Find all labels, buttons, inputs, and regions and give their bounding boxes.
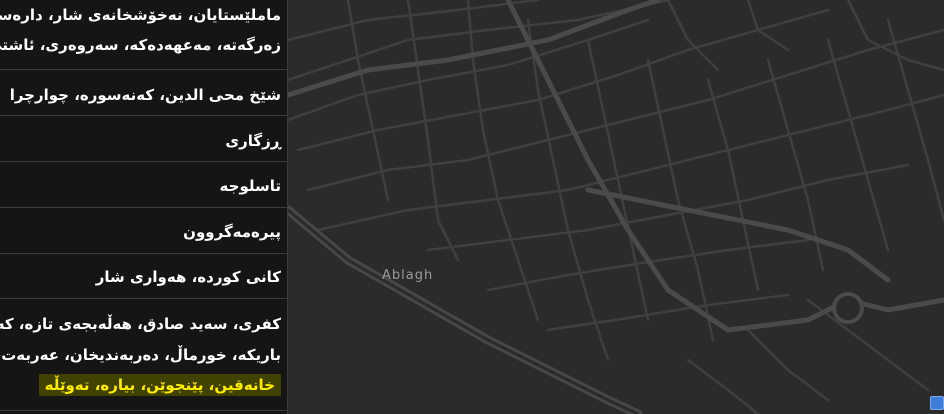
list-item[interactable]: پیرەمەگروون	[0, 208, 287, 254]
map-streets	[288, 0, 944, 414]
list-item-selected[interactable]: کفری، سەید صادق، هەڵەبجەی تازە، کەلار با…	[0, 299, 287, 411]
list-item-text: کانی کوردە، هەواری شار	[95, 268, 281, 286]
list-item-text-line-1: ماملێستایان، نەخۆشخانەی شار، دارەسوتاو	[0, 6, 281, 24]
map-view[interactable]: Ablagh	[288, 0, 944, 414]
map-control-button[interactable]	[930, 396, 944, 410]
roundabout	[832, 292, 864, 324]
highway	[288, 205, 643, 414]
list-item-text: پیرەمەگروون	[183, 223, 281, 241]
area-list: ماملێستایان، نەخۆشخانەی شار، دارەسوتاو ز…	[0, 0, 288, 414]
highway-inner	[288, 208, 639, 414]
place-label: Ablagh	[382, 268, 434, 283]
list-item-text-line-1: کفری، سەید صادق، هەڵەبجەی تازە، کەلار	[0, 315, 281, 333]
list-item[interactable]: کانی کوردە، هەواری شار	[0, 254, 287, 299]
list-item-text-line-2: باریکە، خورماڵ، دەربەندیخان، عەربەت، زەم	[0, 346, 281, 364]
highlighted-text: خانەقین، پێنجوێن، بیارە، تەوێڵە	[38, 374, 281, 396]
list-item-text-line-3: خانەقین، پێنجوێن، بیارە، تەوێڵە	[38, 374, 281, 396]
list-item-text: تاسلوجە	[219, 177, 281, 195]
list-item-text-line-2: زەرگەتە، مەعهەدەکە، سەروەری، ئاشتی،	[0, 36, 281, 54]
list-item[interactable]: ماملێستایان، نەخۆشخانەی شار، دارەسوتاو ز…	[0, 0, 287, 70]
list-item-text: ڕزگاری	[225, 132, 281, 150]
list-item[interactable]: ڕزگاری	[0, 116, 287, 162]
list-item-text: شێخ محی الدین، کەنەسورە، چوارچرا	[9, 86, 281, 104]
list-item[interactable]: شێخ محی الدین، کەنەسورە، چوارچرا	[0, 70, 287, 116]
list-item[interactable]: تاسلوجە	[0, 162, 287, 208]
